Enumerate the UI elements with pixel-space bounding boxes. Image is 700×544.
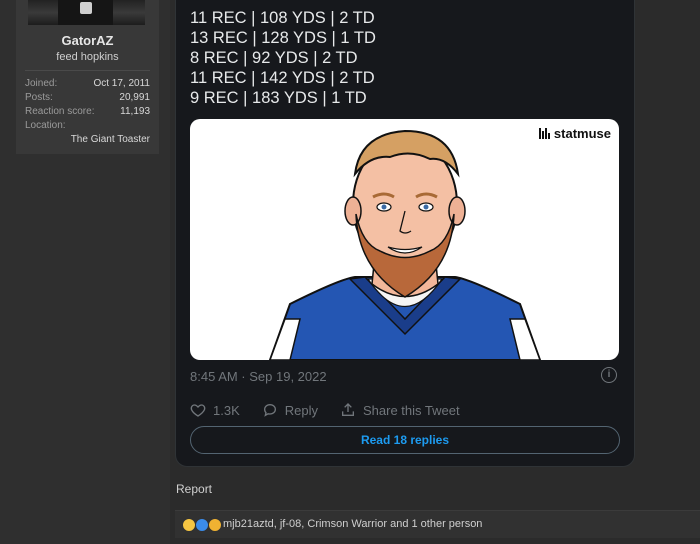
stat-joined: Joined: Oct 17, 2011 <box>25 77 150 91</box>
user-stats: Joined: Oct 17, 2011 Posts: 20,991 React… <box>25 70 150 147</box>
stat-posts: Posts: 20,991 <box>25 91 150 105</box>
reactions-summary[interactable]: mjb21aztd, jf-08, Crimson Warrior and 1 … <box>223 518 482 530</box>
avatar[interactable] <box>28 0 145 25</box>
info-icon[interactable]: i <box>601 367 617 383</box>
share-action[interactable]: Share this Tweet <box>340 402 460 418</box>
like-action[interactable]: 1.3K <box>190 402 240 418</box>
heart-icon <box>190 404 206 417</box>
stat-location: Location: <box>25 119 150 133</box>
user-title: feed hopkins <box>56 51 119 63</box>
stat-reaction-score: Reaction score: 11,193 <box>25 105 150 119</box>
reaction-icons <box>182 518 222 532</box>
share-label: Share this Tweet <box>363 402 460 418</box>
stat-value: Oct 17, 2011 <box>93 78 150 89</box>
report-link[interactable]: Report <box>176 482 212 496</box>
reactions-bar[interactable]: mjb21aztd, jf-08, Crimson Warrior and 1 … <box>175 510 700 538</box>
username-link[interactable]: GatorAZ <box>16 33 159 48</box>
reply-label: Reply <box>284 402 318 418</box>
tweet-line: 8 REC | 92 YDS | 2 TD <box>190 49 358 67</box>
tweet-media-image[interactable]: statmuse <box>190 119 619 360</box>
tweet-line: 13 REC | 128 YDS | 1 TD <box>190 29 376 47</box>
tweet-line: 9 REC | 183 YDS | 1 TD <box>190 89 367 107</box>
wow-reaction-icon <box>182 518 196 532</box>
embedded-tweet[interactable]: 11 REC | 108 YDS | 2 TD 13 REC | 128 YDS… <box>175 0 635 467</box>
stat-label: Reaction score: <box>25 106 95 117</box>
tweet-line: 11 REC | 142 YDS | 2 TD <box>190 69 375 87</box>
read-replies-button[interactable]: Read 18 replies <box>190 426 620 454</box>
tweet-timestamp[interactable]: 8:45 AM · Sep 19, 2022 <box>190 369 327 384</box>
like-count: 1.3K <box>213 402 240 418</box>
reply-action[interactable]: Reply <box>262 402 318 418</box>
location-value[interactable]: The Giant Toaster <box>25 133 150 147</box>
stat-value: 11,193 <box>120 106 150 117</box>
stat-value[interactable]: 20,991 <box>119 91 150 105</box>
sad-reaction-icon <box>208 518 222 532</box>
reply-icon <box>263 403 276 417</box>
stat-label: Joined: <box>25 78 58 89</box>
stat-label: Posts: <box>25 92 53 103</box>
tweet-line: 11 REC | 108 YDS | 2 TD <box>190 9 375 27</box>
stat-label: Location: <box>25 120 66 131</box>
player-illustration <box>268 129 542 360</box>
tweet-text: 11 REC | 108 YDS | 2 TD 13 REC | 128 YDS… <box>190 8 376 108</box>
user-card: GatorAZ feed hopkins Joined: Oct 17, 201… <box>16 0 159 154</box>
avatar-number <box>80 2 92 14</box>
like-reaction-icon <box>195 518 209 532</box>
message-user-column: GatorAZ feed hopkins Joined: Oct 17, 201… <box>0 0 170 544</box>
tweet-actions: 1.3K Reply Share this Tweet <box>190 402 620 418</box>
share-icon <box>342 403 354 416</box>
